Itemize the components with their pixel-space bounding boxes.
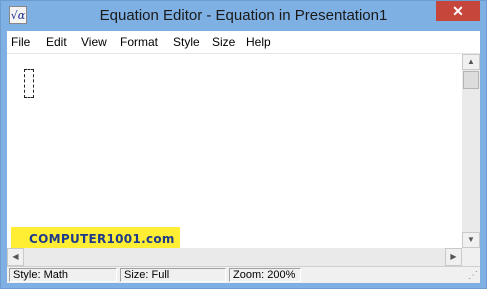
vertical-scrollbar[interactable]: ▲ ▼ [462,54,480,248]
menu-format[interactable]: Format [120,35,158,49]
equation-slot-placeholder[interactable] [24,69,34,98]
scroll-down-icon[interactable]: ▼ [462,232,480,248]
menu-view[interactable]: View [81,35,107,49]
scroll-right-icon[interactable]: ▶ [445,248,462,266]
menu-edit[interactable]: Edit [46,35,67,49]
status-bar: Style: Math Size: Full Zoom: 200% ⋰ [7,266,480,283]
title-bar[interactable]: √α Equation Editor - Equation in Present… [1,1,486,31]
status-style: Style: Math [9,268,117,282]
vertical-scroll-thumb[interactable] [463,71,479,89]
menu-style[interactable]: Style [173,35,200,49]
menu-help[interactable]: Help [246,35,271,49]
status-size: Size: Full [120,268,226,282]
resize-grip-icon[interactable]: ⋰ [466,270,478,282]
status-zoom: Zoom: 200% [229,268,301,282]
scroll-up-icon[interactable]: ▲ [462,54,480,70]
menu-file[interactable]: File [11,35,30,49]
scroll-left-icon[interactable]: ◀ [7,248,24,266]
equation-editor-window: √α Equation Editor - Equation in Present… [0,0,487,289]
window-title: Equation Editor - Equation in Presentati… [99,7,388,24]
menu-bar: File Edit View Format Style Size Help [7,31,480,54]
menu-size[interactable]: Size [212,35,235,49]
equation-editing-area[interactable]: COMPUTER1001.com [7,54,462,252]
horizontal-scrollbar[interactable]: ◀ ▶ [7,248,480,266]
close-button[interactable]: ✕ [436,1,480,21]
horizontal-scroll-track[interactable] [24,248,445,266]
scrollbar-corner [462,248,480,266]
